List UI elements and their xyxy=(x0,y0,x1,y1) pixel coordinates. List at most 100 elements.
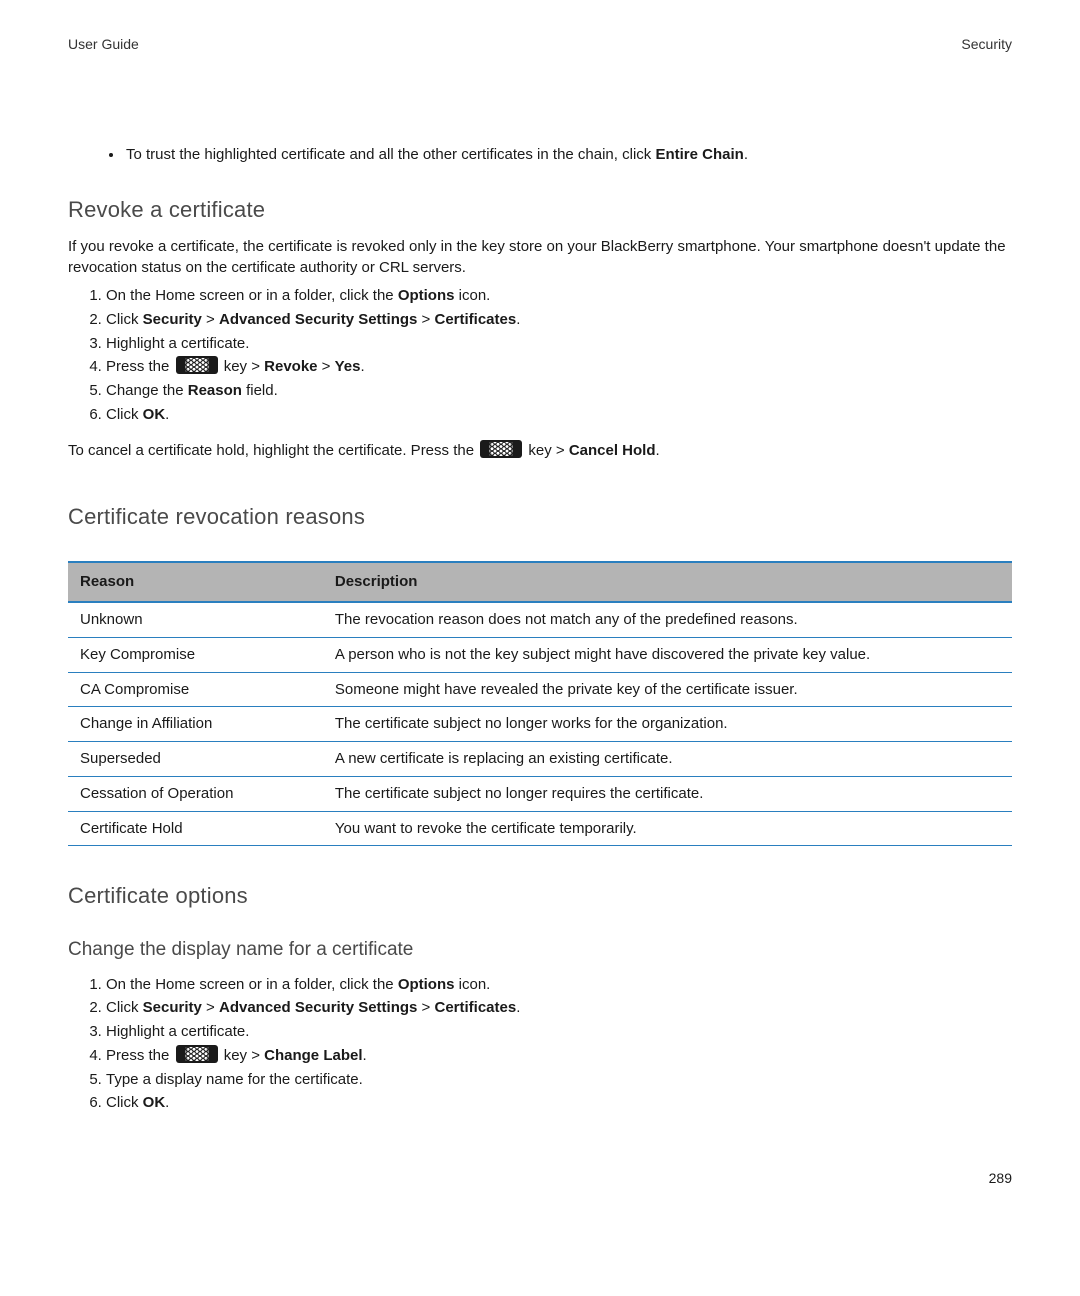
cell-reason: CA Compromise xyxy=(68,672,323,707)
blackberry-key-icon xyxy=(176,356,218,374)
cell-desc: A new certificate is replacing an existi… xyxy=(323,742,1012,777)
text: On the Home screen or in a folder, click… xyxy=(106,976,398,993)
text: field. xyxy=(242,382,278,399)
bold-text: Revoke xyxy=(264,358,317,375)
cell-reason: Certificate Hold xyxy=(68,811,323,846)
text: key > xyxy=(220,1047,265,1064)
text: . xyxy=(165,1094,169,1111)
cell-desc: Someone might have revealed the private … xyxy=(323,672,1012,707)
text: key > xyxy=(220,358,265,375)
cell-reason: Change in Affiliation xyxy=(68,707,323,742)
text: . xyxy=(363,1047,367,1064)
text: > xyxy=(202,999,219,1016)
bold-text: Advanced Security Settings xyxy=(219,999,417,1016)
cell-reason: Unknown xyxy=(68,602,323,637)
cell-reason: Key Compromise xyxy=(68,637,323,672)
step: Click OK. xyxy=(106,404,1012,426)
bold-text: OK xyxy=(143,406,166,423)
document-page: User Guide Security To trust the highlig… xyxy=(0,0,1080,1296)
step: Highlight a certificate. xyxy=(106,333,1012,355)
heading-revoke-certificate: Revoke a certificate xyxy=(68,194,1012,226)
text: key > xyxy=(524,442,569,459)
step: Click Security > Advanced Security Setti… xyxy=(106,997,1012,1019)
text: > xyxy=(417,999,434,1016)
page-header: User Guide Security xyxy=(68,36,1012,52)
heading-revocation-reasons: Certificate revocation reasons xyxy=(68,501,1012,533)
text: Click xyxy=(106,1094,143,1111)
col-header-reason: Reason xyxy=(68,562,323,602)
text: To cancel a certificate hold, highlight … xyxy=(68,442,478,459)
cell-desc: The certificate subject no longer requir… xyxy=(323,776,1012,811)
text: Click xyxy=(106,999,143,1016)
page-content: To trust the highlighted certificate and… xyxy=(68,144,1012,1114)
header-left: User Guide xyxy=(68,36,139,52)
step: On the Home screen or in a folder, click… xyxy=(106,974,1012,996)
table-row: Certificate HoldYou want to revoke the c… xyxy=(68,811,1012,846)
table-row: Cessation of OperationThe certificate su… xyxy=(68,776,1012,811)
step: Press the key > Change Label. xyxy=(106,1045,1012,1067)
blackberry-key-icon xyxy=(480,440,522,458)
step: Press the key > Revoke > Yes. xyxy=(106,356,1012,378)
step: Highlight a certificate. xyxy=(106,1021,1012,1043)
bold-text: Certificates xyxy=(435,999,517,1016)
bold-text: Change Label xyxy=(264,1047,362,1064)
text: icon. xyxy=(454,287,490,304)
change-name-steps: On the Home screen or in a folder, click… xyxy=(68,974,1012,1115)
table-row: Change in AffiliationThe certificate sub… xyxy=(68,707,1012,742)
text: . xyxy=(361,358,365,375)
col-header-description: Description xyxy=(323,562,1012,602)
step: Change the Reason field. xyxy=(106,380,1012,402)
step: Type a display name for the certificate. xyxy=(106,1069,1012,1091)
bold-text: Security xyxy=(143,999,202,1016)
cell-reason: Cessation of Operation xyxy=(68,776,323,811)
step: Click Security > Advanced Security Setti… xyxy=(106,309,1012,331)
text: . xyxy=(516,999,520,1016)
bold-text: Security xyxy=(143,311,202,328)
table-row: Key CompromiseA person who is not the ke… xyxy=(68,637,1012,672)
bold-text: Entire Chain xyxy=(655,146,743,163)
cell-desc: The revocation reason does not match any… xyxy=(323,602,1012,637)
step: Click OK. xyxy=(106,1092,1012,1114)
text: > xyxy=(417,311,434,328)
text: Change the xyxy=(106,382,188,399)
table-row: UnknownThe revocation reason does not ma… xyxy=(68,602,1012,637)
text: . xyxy=(165,406,169,423)
text: . xyxy=(744,146,748,163)
text: . xyxy=(656,442,660,459)
bold-text: Yes xyxy=(335,358,361,375)
revoke-steps: On the Home screen or in a folder, click… xyxy=(68,285,1012,426)
cell-reason: Superseded xyxy=(68,742,323,777)
intro-bullet: To trust the highlighted certificate and… xyxy=(124,144,1012,166)
cell-desc: You want to revoke the certificate tempo… xyxy=(323,811,1012,846)
text: Press the xyxy=(106,1047,174,1064)
bold-text: Options xyxy=(398,287,455,304)
text: icon. xyxy=(454,976,490,993)
text: > xyxy=(318,358,335,375)
text: Click xyxy=(106,311,143,328)
bold-text: Options xyxy=(398,976,455,993)
heading-change-display-name: Change the display name for a certificat… xyxy=(68,936,1012,964)
blackberry-key-icon xyxy=(176,1045,218,1063)
text: Press the xyxy=(106,358,174,375)
cell-desc: The certificate subject no longer works … xyxy=(323,707,1012,742)
cell-desc: A person who is not the key subject migh… xyxy=(323,637,1012,672)
page-number: 289 xyxy=(989,1170,1012,1186)
text: . xyxy=(516,311,520,328)
text: > xyxy=(202,311,219,328)
bold-text: Certificates xyxy=(435,311,517,328)
heading-certificate-options: Certificate options xyxy=(68,880,1012,912)
text: To trust the highlighted certificate and… xyxy=(126,146,655,163)
revocation-reasons-table: Reason Description UnknownThe revocation… xyxy=(68,561,1012,846)
bold-text: OK xyxy=(143,1094,166,1111)
revoke-paragraph: If you revoke a certificate, the certifi… xyxy=(68,236,1012,280)
bold-text: Advanced Security Settings xyxy=(219,311,417,328)
table-row: CA CompromiseSomeone might have revealed… xyxy=(68,672,1012,707)
bold-text: Cancel Hold xyxy=(569,442,656,459)
cancel-hold-note: To cancel a certificate hold, highlight … xyxy=(68,440,1012,462)
text: On the Home screen or in a folder, click… xyxy=(106,287,398,304)
table-row: SupersededA new certificate is replacing… xyxy=(68,742,1012,777)
intro-bullet-list: To trust the highlighted certificate and… xyxy=(68,144,1012,166)
table-header-row: Reason Description xyxy=(68,562,1012,602)
text: Click xyxy=(106,406,143,423)
bold-text: Reason xyxy=(188,382,242,399)
